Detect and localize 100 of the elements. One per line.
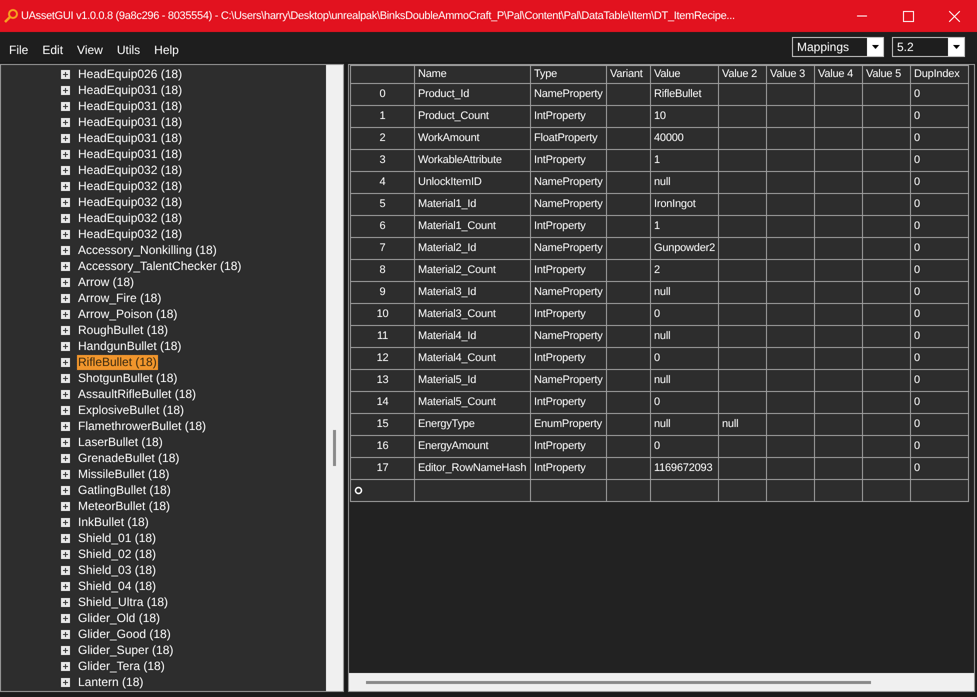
tree-item[interactable]: LaserBullet (18): [77, 434, 164, 450]
dropdown[interactable]: 5.2: [892, 37, 965, 57]
tree-item[interactable]: Lantern (18): [77, 674, 144, 690]
expand-icon[interactable]: [61, 358, 70, 366]
expand-icon[interactable]: [61, 230, 70, 238]
tree-item[interactable]: HeadEquip031 (18): [77, 130, 184, 146]
tree-item[interactable]: RifleBullet (18): [77, 354, 158, 370]
tree-item[interactable]: HeadEquip026 (18): [77, 66, 184, 82]
expand-icon[interactable]: [61, 262, 70, 270]
scrollbar-thumb[interactable]: [333, 430, 336, 466]
tree-item[interactable]: Glider_Tera (18): [77, 658, 166, 674]
expand-icon[interactable]: [61, 182, 70, 190]
menu-item[interactable]: File: [2, 36, 36, 58]
row-header[interactable]: 16: [350, 435, 414, 457]
expand-icon[interactable]: [61, 470, 70, 478]
expand-icon[interactable]: [61, 326, 70, 334]
expand-icon[interactable]: [61, 454, 70, 462]
tree-item[interactable]: HeadEquip031 (18): [77, 114, 184, 130]
tree-item[interactable]: Shield_03 (18): [77, 562, 158, 578]
tree-item[interactable]: HeadEquip032 (18): [77, 194, 184, 210]
expand-icon[interactable]: [61, 518, 70, 526]
expand-icon[interactable]: [61, 502, 70, 510]
column-header[interactable]: Value 5: [862, 66, 910, 83]
expand-icon[interactable]: [61, 374, 70, 382]
column-header[interactable]: Type: [530, 66, 606, 83]
menu-item[interactable]: Utils: [110, 36, 148, 58]
row-header[interactable]: 0: [350, 83, 414, 105]
expand-icon[interactable]: [61, 614, 70, 622]
expand-icon[interactable]: [61, 534, 70, 542]
tree-item[interactable]: HeadEquip032 (18): [77, 178, 184, 194]
expand-icon[interactable]: [61, 294, 70, 302]
expand-icon[interactable]: [61, 342, 70, 350]
expand-icon[interactable]: [61, 214, 70, 222]
tree-item[interactable]: Accessory_TalentChecker (18): [77, 258, 242, 274]
expand-icon[interactable]: [61, 678, 70, 686]
tree-item[interactable]: HandgunBullet (18): [77, 338, 182, 354]
row-header[interactable]: [350, 479, 414, 501]
expand-icon[interactable]: [61, 102, 70, 110]
tree-item[interactable]: HeadEquip032 (18): [77, 162, 184, 178]
tree-item[interactable]: GatlingBullet (18): [77, 482, 172, 498]
tree-item[interactable]: FlamethrowerBullet (18): [77, 418, 208, 434]
tree-item[interactable]: Accessory_Nonkilling (18): [77, 242, 218, 258]
row-header[interactable]: 10: [350, 303, 414, 325]
row-header[interactable]: 2: [350, 127, 414, 149]
row-header[interactable]: 17: [350, 457, 414, 479]
row-header[interactable]: 3: [350, 149, 414, 171]
tree-item[interactable]: ExplosiveBullet (18): [77, 402, 186, 418]
tree-item[interactable]: Glider_Old (18): [77, 610, 162, 626]
tree-item[interactable]: Glider_Super (18): [77, 642, 174, 658]
expand-icon[interactable]: [61, 598, 70, 606]
row-header[interactable]: 6: [350, 215, 414, 237]
row-header[interactable]: 5: [350, 193, 414, 215]
row-header[interactable]: 8: [350, 259, 414, 281]
tree-item[interactable]: MissileBullet (18): [77, 466, 170, 482]
tree-item[interactable]: Shield_01 (18): [77, 530, 158, 546]
column-header[interactable]: Value 4: [814, 66, 862, 83]
column-header[interactable]: Variant: [606, 66, 650, 83]
row-header[interactable]: 13: [350, 369, 414, 391]
expand-icon[interactable]: [61, 406, 70, 414]
menu-item[interactable]: Edit: [35, 36, 70, 58]
scrollbar-thumb[interactable]: [366, 680, 871, 684]
tree-item[interactable]: HeadEquip031 (18): [77, 146, 184, 162]
tree-item[interactable]: HeadEquip032 (18): [77, 210, 184, 226]
expand-icon[interactable]: [61, 86, 70, 94]
tree-item[interactable]: Arrow_Poison (18): [77, 306, 178, 322]
expand-icon[interactable]: [61, 118, 70, 126]
tree-item[interactable]: Shield_04 (18): [77, 578, 158, 594]
tree-item[interactable]: Arrow (18): [77, 274, 136, 290]
tree-item[interactable]: MeteorBullet (18): [77, 498, 172, 514]
scrollbar[interactable]: [326, 65, 343, 691]
expand-icon[interactable]: [61, 486, 70, 494]
tree-item[interactable]: RoughBullet (18): [77, 322, 170, 338]
expand-icon[interactable]: [61, 422, 70, 430]
tree-item[interactable]: Shield_Ultra (18): [77, 594, 170, 610]
column-header[interactable]: Value: [650, 66, 718, 83]
column-header[interactable]: Name: [414, 66, 530, 83]
tree-item[interactable]: HeadEquip031 (18): [77, 98, 184, 114]
row-header[interactable]: 4: [350, 171, 414, 193]
menu-item[interactable]: View: [70, 36, 110, 58]
row-header[interactable]: 9: [350, 281, 414, 303]
column-header[interactable]: Value 3: [766, 66, 814, 83]
row-header[interactable]: 11: [350, 325, 414, 347]
horizontal-scrollbar[interactable]: [349, 673, 974, 691]
expand-icon[interactable]: [61, 134, 70, 142]
column-header[interactable]: DupIndex: [910, 66, 968, 83]
expand-icon[interactable]: [61, 246, 70, 254]
expand-icon[interactable]: [61, 70, 70, 78]
menu-item[interactable]: Help: [147, 36, 186, 58]
expand-icon[interactable]: [61, 630, 70, 638]
expand-icon[interactable]: [61, 662, 70, 670]
tree-item[interactable]: GrenadeBullet (18): [77, 450, 180, 466]
expand-icon[interactable]: [61, 278, 70, 286]
row-header[interactable]: 1: [350, 105, 414, 127]
expand-icon[interactable]: [61, 166, 70, 174]
expand-icon[interactable]: [61, 438, 70, 446]
expand-icon[interactable]: [61, 390, 70, 398]
tree-item[interactable]: Shield_02 (18): [77, 546, 158, 562]
expand-icon[interactable]: [61, 310, 70, 318]
expand-icon[interactable]: [61, 550, 70, 558]
expand-icon[interactable]: [61, 566, 70, 574]
